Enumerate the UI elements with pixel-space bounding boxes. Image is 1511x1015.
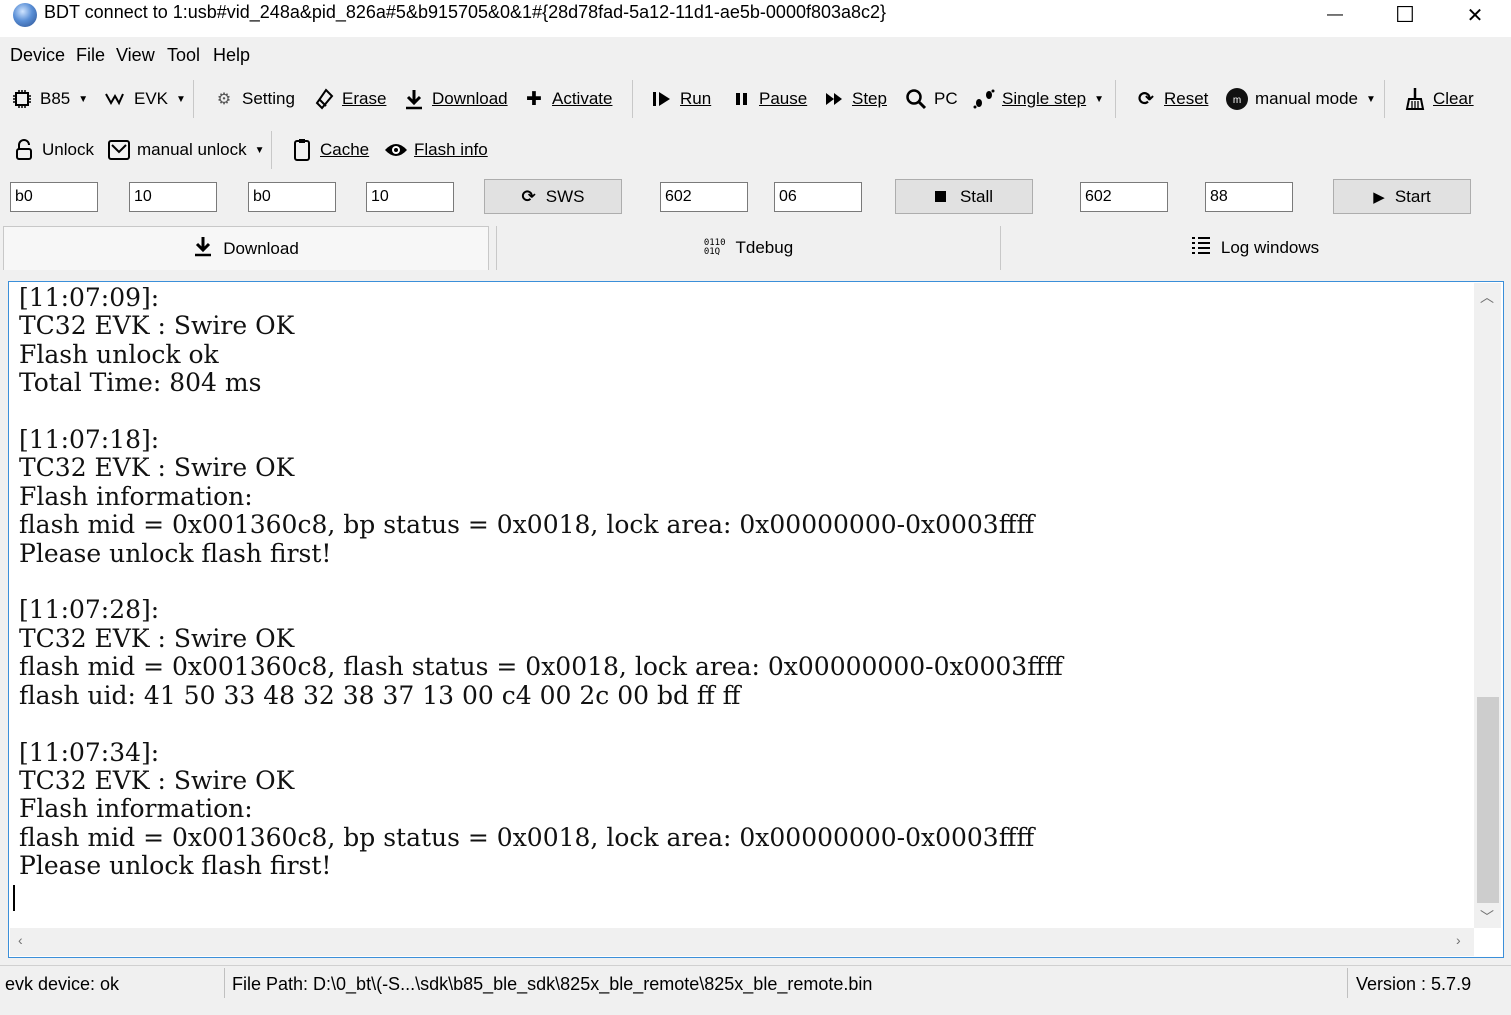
scroll-up-arrow-icon[interactable]: ︿ [1480, 287, 1494, 307]
activate-button[interactable]: ✚ Activate [522, 84, 612, 114]
toolbar-separator [1115, 80, 1116, 118]
mode-icon: m [1225, 87, 1249, 111]
stop-icon [934, 191, 946, 202]
run-button[interactable]: Run [650, 84, 711, 114]
refresh-icon: ⟳ [521, 186, 536, 206]
tab-tdebug[interactable]: 0110 01Q Tdebug [497, 225, 1000, 270]
setting-button[interactable]: ⚙ Setting [212, 84, 295, 114]
pause-icon [729, 87, 753, 111]
play-icon: ▶ [1373, 188, 1385, 206]
tab-download[interactable]: Download [3, 226, 489, 270]
status-separator [224, 968, 225, 998]
run-icon [650, 87, 674, 111]
download-icon [193, 235, 213, 262]
cache-button[interactable]: Cache [290, 135, 369, 165]
sws-button[interactable]: ⟳ SWS [484, 179, 622, 214]
field-addr-2[interactable]: b0 [248, 182, 336, 212]
clear-button[interactable]: Clear [1403, 84, 1474, 114]
toolbar-separator [193, 80, 194, 118]
mail-icon [107, 138, 131, 162]
field-value-4[interactable]: 88 [1205, 182, 1293, 212]
list-icon [1191, 235, 1211, 260]
search-icon [904, 87, 928, 111]
tab-log-windows[interactable]: Log windows [1001, 225, 1509, 270]
chip-icon [10, 87, 34, 111]
app-globe-icon [13, 3, 37, 27]
manual-mode-dropdown[interactable]: m manual mode ▼ [1225, 84, 1376, 114]
toolbar-separator [1384, 80, 1385, 118]
evk-select-dropdown[interactable]: EVK ▼ [104, 84, 186, 114]
svg-text:m: m [1233, 95, 1241, 106]
manual-unlock-dropdown[interactable]: manual unlock ▼ [107, 135, 265, 165]
pause-button[interactable]: Pause [729, 84, 807, 114]
start-button[interactable]: ▶ Start [1333, 179, 1471, 214]
status-separator [1347, 968, 1348, 998]
field-addr-1[interactable]: b0 [10, 182, 98, 212]
title-bar: BDT connect to 1:usb#vid_248a&pid_826a#5… [0, 0, 1511, 37]
field-addr-4[interactable]: 602 [1080, 182, 1168, 212]
toolbar-separator [271, 131, 272, 169]
scroll-down-arrow-icon[interactable]: ﹀ [1480, 907, 1494, 927]
window-title: BDT connect to 1:usb#vid_248a&pid_826a#5… [44, 2, 887, 22]
status-bar: evk device: ok File Path: D:\0_bt\(-S...… [0, 965, 1511, 1001]
version-label: Version : 5.7.9 [1356, 974, 1472, 994]
field-value-3[interactable]: 06 [774, 182, 862, 212]
scroll-left-arrow-icon[interactable]: ‹ [18, 932, 23, 948]
clipboard-icon [290, 138, 314, 162]
unlock-icon [12, 138, 36, 162]
menu-view[interactable]: View [116, 45, 155, 66]
toolbar-separator [632, 80, 633, 118]
single-step-dropdown[interactable]: Single step ▼ [972, 84, 1104, 114]
scroll-right-arrow-icon[interactable]: › [1456, 932, 1461, 948]
menu-device[interactable]: Device [10, 45, 65, 66]
refresh-icon: ⟳ [1138, 88, 1154, 110]
step-button[interactable]: Step [822, 84, 887, 114]
chevron-down-icon: ▼ [78, 93, 89, 105]
maximize-button[interactable]: ☐ [1370, 0, 1440, 30]
download-button[interactable]: Download [402, 84, 508, 114]
broom-icon [1403, 87, 1427, 111]
eraser-icon [312, 87, 336, 111]
log-text[interactable]: [11:07:09]: TC32 EVK : Swire OK Flash un… [19, 283, 1459, 881]
menu-tool[interactable]: Tool [167, 45, 200, 66]
minimize-button[interactable]: — [1300, 0, 1370, 30]
step-icon [822, 87, 846, 111]
erase-button[interactable]: Erase [312, 84, 386, 114]
device-status: evk device: ok [5, 974, 120, 994]
menu-bar: Device File View Tool Help [0, 37, 1511, 73]
chip-select-dropdown[interactable]: B85 ▼ [10, 84, 88, 114]
text-cursor [13, 885, 15, 911]
chevron-down-icon: ▼ [1094, 93, 1105, 105]
signal-wave-icon [104, 87, 128, 111]
field-len-2[interactable]: 10 [366, 182, 454, 212]
unlock-button[interactable]: Unlock [12, 135, 94, 165]
flash-info-button[interactable]: Flash info [384, 135, 488, 165]
stall-button[interactable]: Stall [895, 179, 1033, 214]
chevron-down-icon: ▼ [1366, 93, 1376, 105]
horizontal-scrollbar[interactable] [10, 928, 1474, 956]
download-icon [402, 87, 426, 111]
footsteps-icon [972, 87, 996, 111]
field-addr-3[interactable]: 602 [660, 182, 748, 212]
plus-icon: ✚ [526, 88, 542, 110]
close-button[interactable]: ✕ [1440, 0, 1510, 30]
chevron-down-icon: ▼ [254, 144, 265, 156]
binary-debug-icon: 0110 01Q [703, 237, 726, 257]
menu-file[interactable]: File [76, 45, 105, 66]
file-path: File Path: D:\0_bt\(-S...\sdk\b85_ble_sd… [232, 974, 873, 994]
eye-icon [384, 138, 408, 162]
chevron-down-icon: ▼ [176, 93, 186, 105]
pc-button[interactable]: PC [904, 84, 958, 114]
field-len-1[interactable]: 10 [129, 182, 217, 212]
gear-icon: ⚙ [216, 91, 232, 108]
reset-button[interactable]: ⟳ Reset [1134, 84, 1208, 114]
menu-help[interactable]: Help [213, 45, 250, 66]
vertical-scrollbar-thumb[interactable] [1477, 697, 1499, 903]
